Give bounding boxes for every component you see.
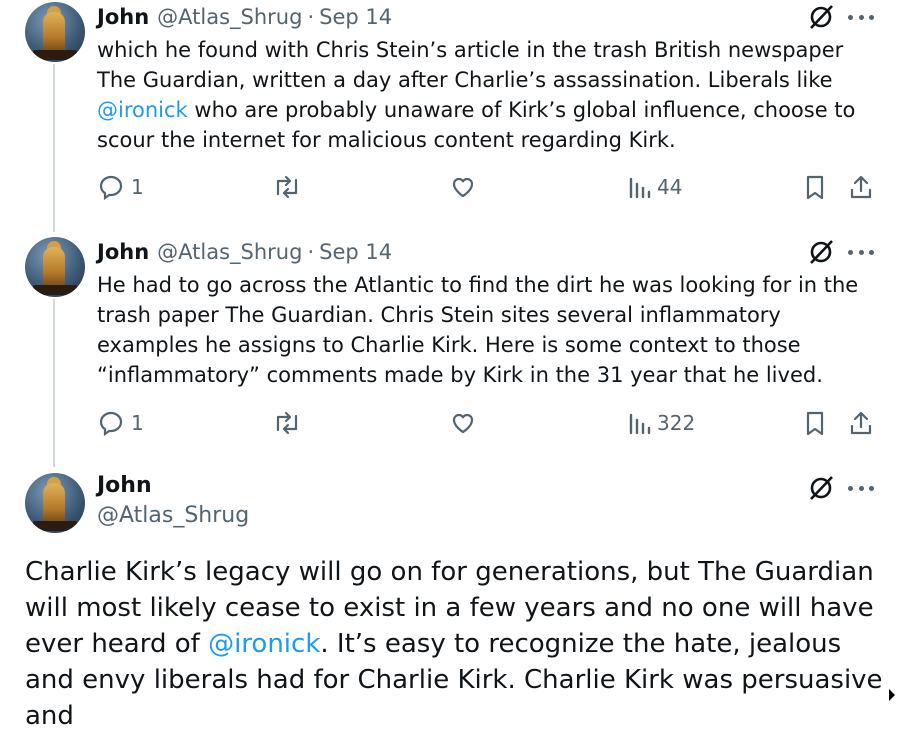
grok-icon[interactable]: [807, 238, 835, 266]
reply-count: 1: [131, 411, 144, 435]
mention-link[interactable]: @ironick: [208, 629, 320, 659]
tweet-date[interactable]: Sep 14: [319, 5, 392, 29]
thread-line: [53, 299, 55, 467]
views-button[interactable]: 44: [627, 173, 682, 201]
grok-icon[interactable]: [807, 474, 835, 502]
separator: ·: [307, 5, 315, 29]
mention-link[interactable]: @ironick: [97, 98, 188, 122]
views-icon: [629, 177, 651, 199]
grok-icon[interactable]: [807, 3, 835, 31]
views-button[interactable]: 322: [627, 409, 695, 437]
tweet-header: John @Atlas_Shrug · Sep 14: [97, 237, 392, 267]
bookmark-button[interactable]: [802, 409, 828, 437]
tweet-text: He had to go across the Atlantic to find…: [97, 273, 859, 387]
author-handle[interactable]: @Atlas_Shrug: [157, 240, 302, 264]
like-icon: [452, 177, 474, 198]
bookmark-icon: [806, 411, 824, 436]
more-icon[interactable]: [848, 475, 874, 501]
retweet-icon: [276, 411, 298, 435]
like-button[interactable]: [449, 409, 477, 437]
author-name[interactable]: John: [97, 5, 149, 29]
views-icon: [629, 413, 651, 435]
share-button[interactable]: [847, 173, 875, 201]
tweet-text: which he found with Chris Stein’s articl…: [97, 38, 856, 152]
tweet-date[interactable]: Sep 14: [319, 240, 392, 264]
separator: ·: [307, 240, 315, 264]
share-icon: [850, 411, 872, 435]
bookmark-icon: [806, 175, 824, 200]
author-name[interactable]: John: [97, 473, 152, 498]
author-handle[interactable]: @Atlas_Shrug: [97, 503, 249, 528]
retweet-button[interactable]: [272, 409, 302, 437]
reply-icon: [99, 175, 123, 201]
tweet-header: John @Atlas_Shrug · Sep 14: [97, 2, 392, 32]
avatar[interactable]: [25, 2, 85, 62]
more-icon[interactable]: [848, 239, 874, 265]
author-name[interactable]: John: [97, 240, 149, 264]
retweet-button[interactable]: [272, 173, 302, 201]
bookmark-button[interactable]: [802, 173, 828, 201]
like-icon: [452, 413, 474, 434]
mouse-cursor: [889, 689, 895, 701]
like-button[interactable]: [449, 173, 477, 201]
reply-button[interactable]: 1: [97, 173, 144, 201]
more-icon[interactable]: [848, 4, 874, 30]
view-count: 322: [657, 411, 696, 435]
reply-count: 1: [131, 175, 144, 199]
reply-icon: [99, 411, 123, 437]
thread-line: [53, 64, 55, 232]
author-handle[interactable]: @Atlas_Shrug: [157, 5, 302, 29]
avatar[interactable]: [25, 237, 85, 297]
view-count: 44: [657, 175, 683, 199]
share-button[interactable]: [847, 409, 875, 437]
share-icon: [850, 175, 872, 199]
avatar[interactable]: [25, 473, 85, 533]
tweet-text: Charlie Kirk’s legacy will go on for gen…: [25, 557, 883, 731]
reply-button[interactable]: 1: [97, 409, 144, 437]
retweet-icon: [276, 175, 298, 199]
